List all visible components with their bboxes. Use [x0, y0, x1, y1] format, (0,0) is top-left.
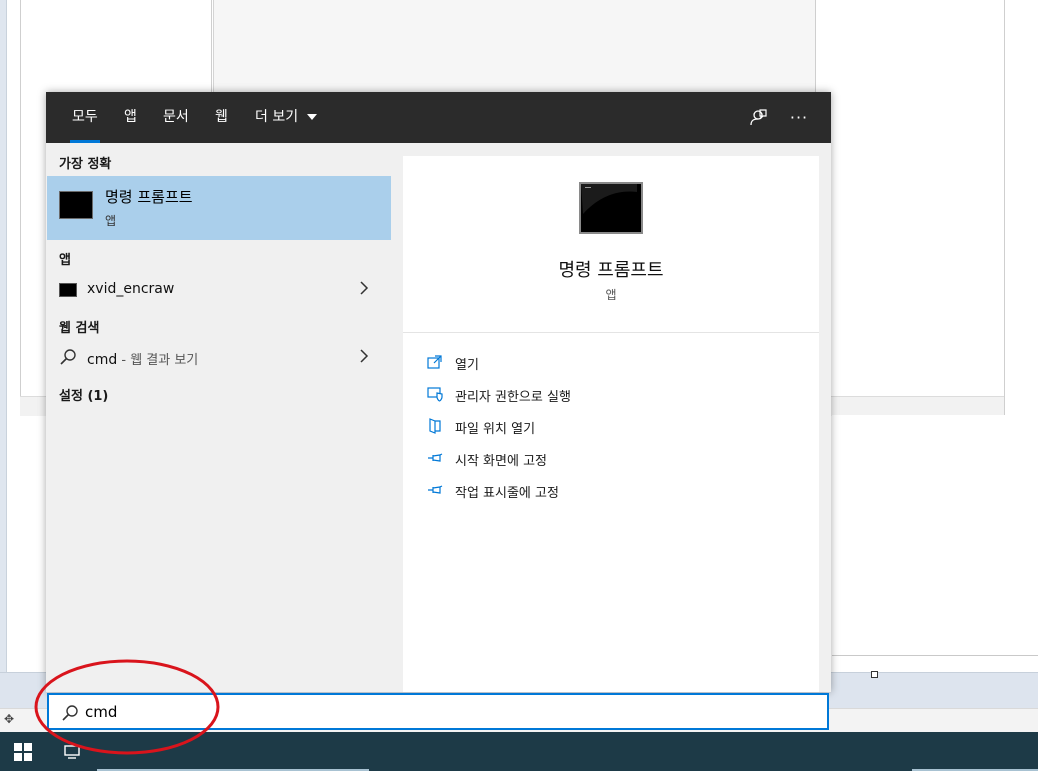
- admin-shield-icon: [427, 387, 443, 402]
- list-item-web[interactable]: cmd - 웹 결과 보기: [47, 343, 390, 373]
- best-match-item[interactable]: 명령 프롬프트 앱: [47, 176, 391, 240]
- more-options-button[interactable]: ···: [787, 105, 811, 129]
- action-label: 시작 화면에 고정: [455, 454, 547, 469]
- tab-more[interactable]: 더 보기: [255, 92, 317, 143]
- pin-icon: [428, 453, 443, 462]
- detail-title: 명령 프롬프트: [558, 260, 664, 281]
- tab-more-label: 더 보기: [255, 109, 299, 125]
- detail-subtitle: 앱: [605, 288, 617, 302]
- background-panel-right: [815, 0, 1005, 416]
- command-prompt-large-icon: [579, 182, 643, 234]
- annotation-ellipse: [34, 659, 220, 755]
- action-label: 파일 위치 열기: [455, 422, 536, 437]
- web-result-suffix: - 웹 결과 보기: [117, 353, 199, 368]
- app-window-icon: [59, 283, 77, 297]
- search-flyout: 모두 앱 문서 웹 더 보기 ··· 가장 정확 명령 프롬프트 앱 앱 xvi…: [46, 92, 831, 692]
- pin-icon: [428, 485, 443, 494]
- action-label: 열기: [455, 358, 479, 373]
- action-label: 작업 표시줄에 고정: [455, 486, 559, 501]
- feedback-button[interactable]: [746, 105, 770, 129]
- results-pane: 가장 정확 명령 프롬프트 앱 앱 xvid_encraw 웹 검색 cmd -…: [46, 143, 391, 692]
- move-icon[interactable]: ✥: [2, 712, 16, 726]
- list-item-app[interactable]: xvid_encraw: [47, 275, 390, 305]
- search-icon: [60, 349, 76, 365]
- resize-handle[interactable]: [871, 671, 878, 678]
- feedback-icon: [750, 109, 767, 126]
- detail-pane: 명령 프롬프트 앱 열기 관리자 권한으로 실행 파일 위치 열기 시작 화면에…: [403, 156, 819, 692]
- background-sheet: [832, 415, 1038, 656]
- windows-logo-icon: [14, 742, 32, 761]
- chevron-down-icon: [306, 114, 317, 120]
- web-query: cmd: [87, 352, 118, 368]
- divider: [403, 332, 819, 333]
- best-match-heading: 가장 정확: [59, 157, 112, 172]
- open-icon: [427, 355, 442, 369]
- chevron-right-icon[interactable]: [358, 349, 370, 363]
- tab-apps[interactable]: 앱: [124, 92, 137, 143]
- background-left-strip: [0, 0, 6, 680]
- best-match-title: 명령 프롬프트: [105, 188, 193, 206]
- apps-heading: 앱: [59, 253, 71, 268]
- action-label: 관리자 권한으로 실행: [455, 390, 571, 405]
- search-tab-bar: 모두 앱 문서 웹 더 보기 ···: [46, 92, 831, 143]
- web-result-label: cmd - 웹 결과 보기: [87, 349, 198, 368]
- more-options-icon: ···: [789, 107, 809, 127]
- settings-heading[interactable]: 설정 (1): [59, 385, 108, 404]
- file-location-icon: [429, 418, 441, 434]
- best-match-subtitle: 앱: [105, 214, 117, 228]
- chevron-right-icon[interactable]: [358, 281, 370, 295]
- console-gloss-icon: [581, 184, 637, 214]
- web-search-heading: 웹 검색: [59, 321, 100, 336]
- app-label: xvid_encraw: [87, 281, 175, 297]
- tab-documents[interactable]: 문서: [163, 92, 189, 143]
- command-prompt-icon: [59, 191, 93, 219]
- tab-all[interactable]: 모두: [70, 92, 100, 143]
- tab-web[interactable]: 웹: [215, 92, 228, 143]
